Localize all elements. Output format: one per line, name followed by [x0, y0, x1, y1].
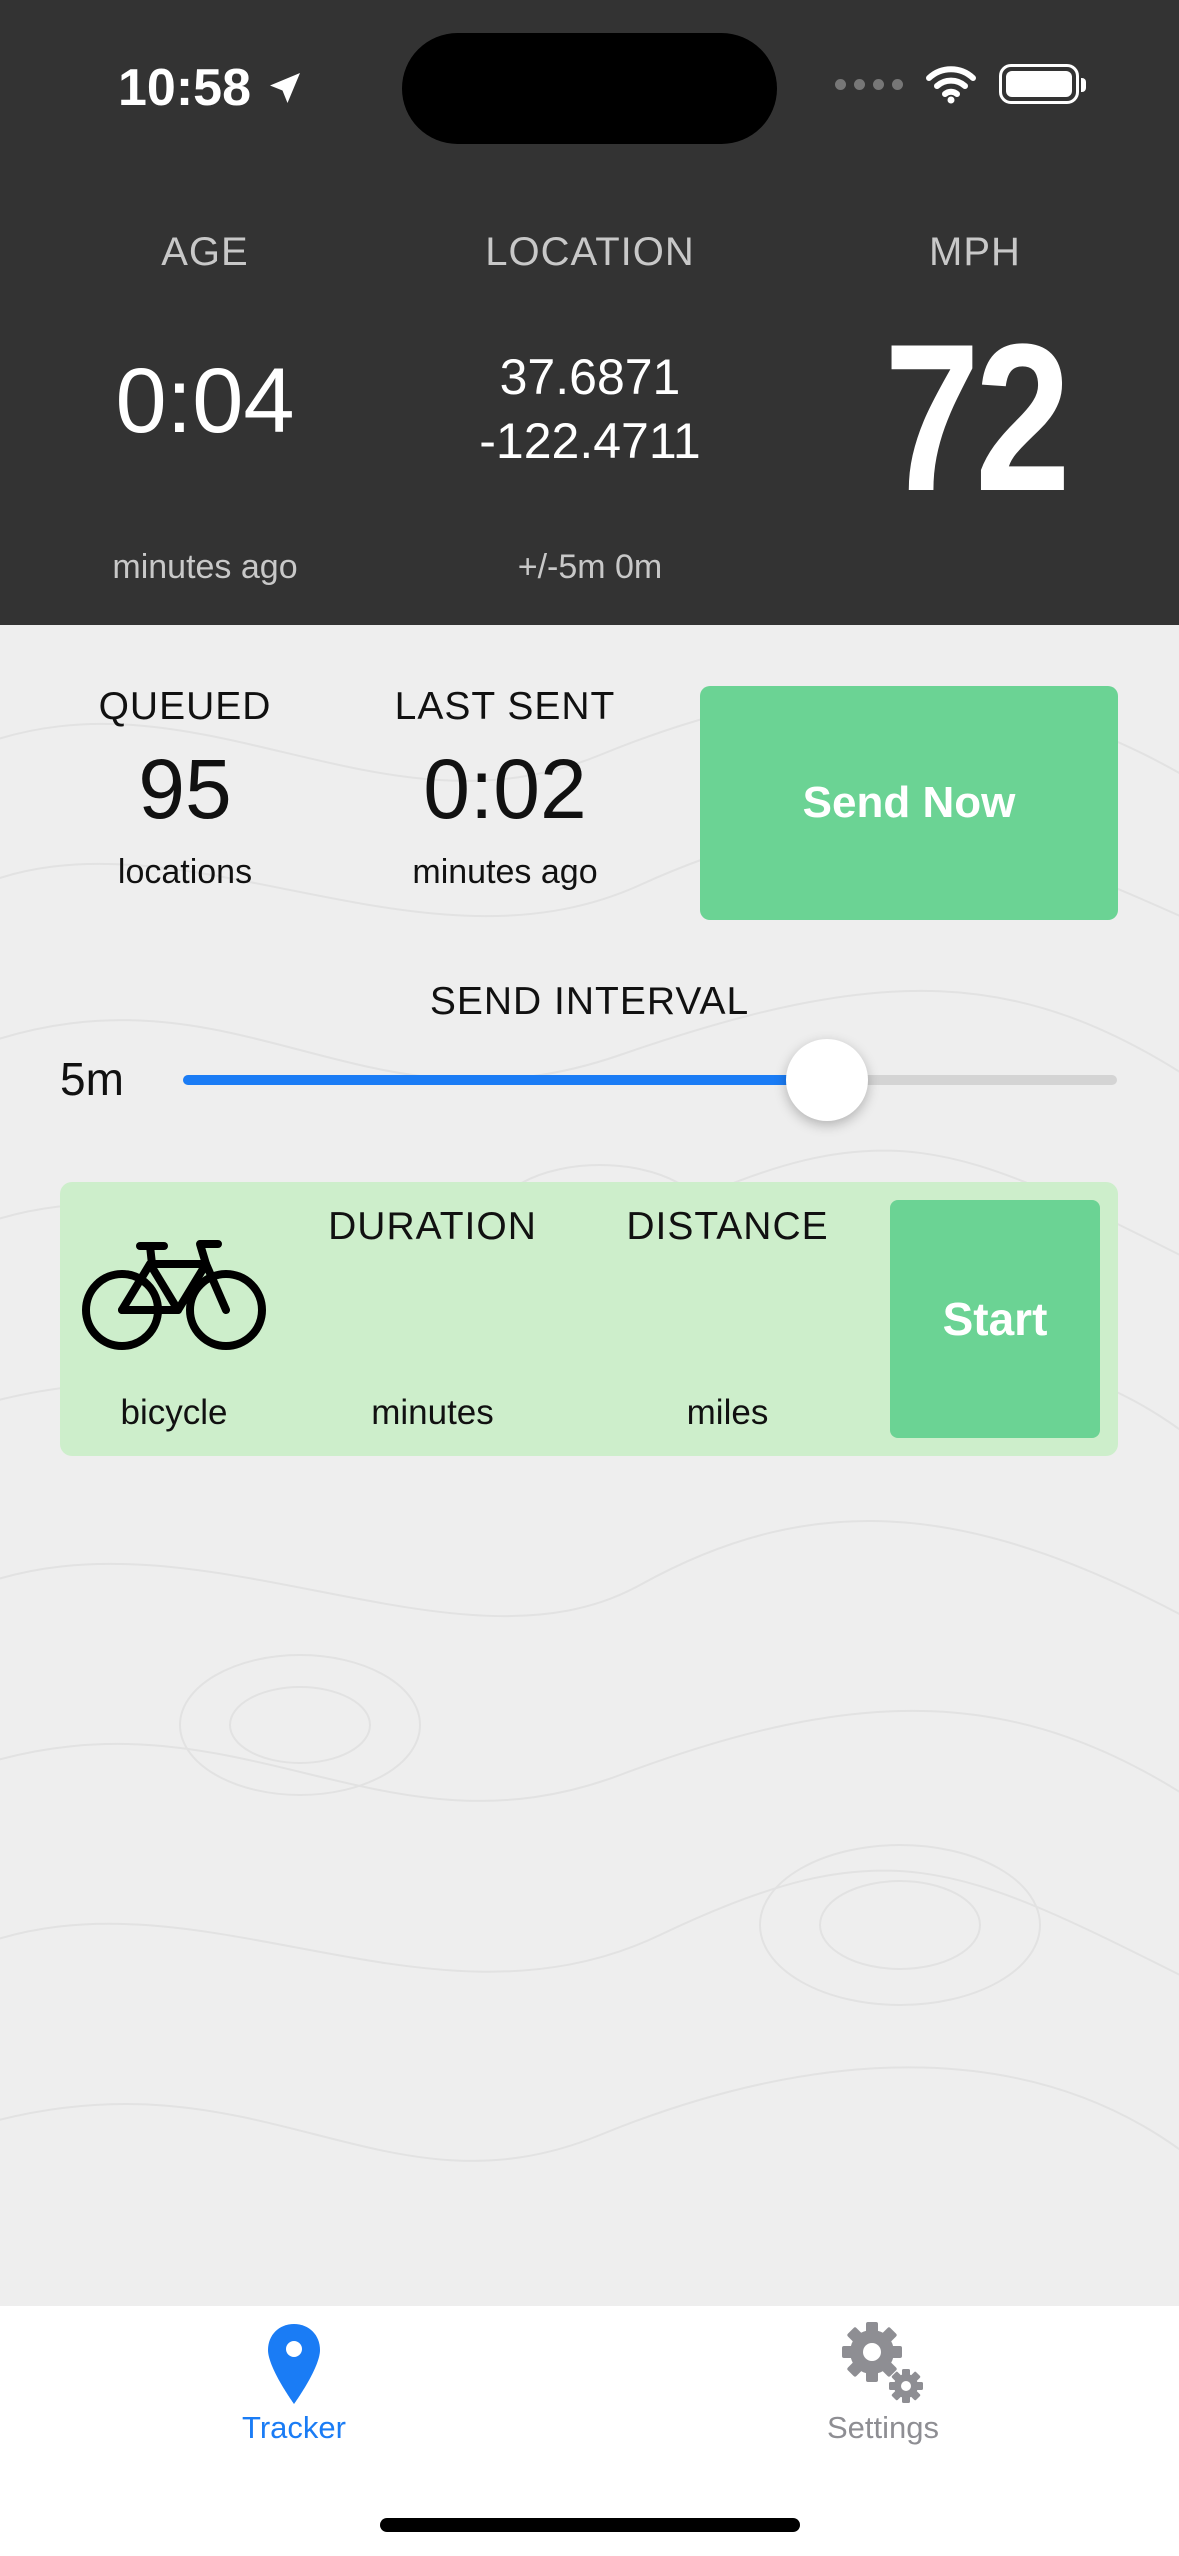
location-accuracy: +/-5m 0m: [517, 548, 663, 586]
send-interval-label: SEND INTERVAL: [429, 980, 750, 1023]
start-button[interactable]: Start: [890, 1200, 1100, 1438]
duration-unit: minutes: [371, 1393, 494, 1432]
dynamic-island: [402, 33, 777, 144]
last-sent-sub: minutes ago: [412, 853, 598, 891]
speed-label: MPH: [929, 230, 1021, 274]
age-sub: minutes ago: [112, 548, 298, 586]
last-sent-value: 0:02: [423, 742, 587, 836]
tab-settings[interactable]: Settings: [733, 2306, 1033, 2446]
queued-sub: locations: [117, 853, 253, 891]
status-icons: [835, 64, 1086, 104]
distance-unit: miles: [686, 1393, 769, 1432]
battery-icon: [999, 64, 1086, 104]
age-label: AGE: [161, 230, 249, 274]
queued-value: 95: [138, 742, 232, 836]
send-interval-slider[interactable]: [183, 1039, 1117, 1121]
speed-column: MPH 72: [820, 230, 1130, 523]
location-arrow-icon: [270, 73, 300, 103]
age-column: AGE 0:04: [40, 230, 370, 447]
activity-label: bicycle: [120, 1393, 228, 1432]
wifi-icon: [926, 66, 976, 104]
stats-header: 10:58 AGE 0:04 minutes ago LOCATION 37.6…: [0, 0, 1179, 625]
distance-label: DISTANCE: [626, 1205, 829, 1248]
bicycle-icon: [82, 1240, 266, 1350]
age-value: 0:04: [115, 350, 295, 452]
gears-icon: [842, 2322, 923, 2403]
queued-stat: QUEUED 95 locations: [60, 685, 310, 892]
last-sent-label: LAST SENT: [394, 685, 616, 728]
slider-fill: [183, 1075, 828, 1085]
send-interval-value: 5m: [60, 1053, 124, 1105]
tab-tracker[interactable]: Tracker: [144, 2306, 444, 2446]
status-time: 10:58: [118, 58, 305, 118]
latitude-value: 37.6871: [499, 349, 681, 405]
slider-thumb[interactable]: [786, 1039, 869, 1121]
map-pin-icon: [268, 2324, 320, 2404]
longitude-value: -122.4711: [479, 413, 701, 469]
tab-tracker-label: Tracker: [242, 2410, 346, 2445]
tab-settings-label: Settings: [826, 2410, 939, 2445]
location-label: LOCATION: [485, 230, 695, 274]
speed-value: 72: [884, 300, 1071, 535]
queued-label: QUEUED: [98, 685, 272, 728]
duration-label: DURATION: [328, 1205, 537, 1248]
send-now-button[interactable]: Send Now: [700, 686, 1118, 920]
cellular-signal-icon: [835, 78, 903, 90]
home-indicator: [380, 2518, 800, 2532]
location-column: LOCATION 37.6871 -122.4711: [420, 230, 760, 473]
last-sent-stat: LAST SENT 0:02 minutes ago: [380, 685, 630, 892]
